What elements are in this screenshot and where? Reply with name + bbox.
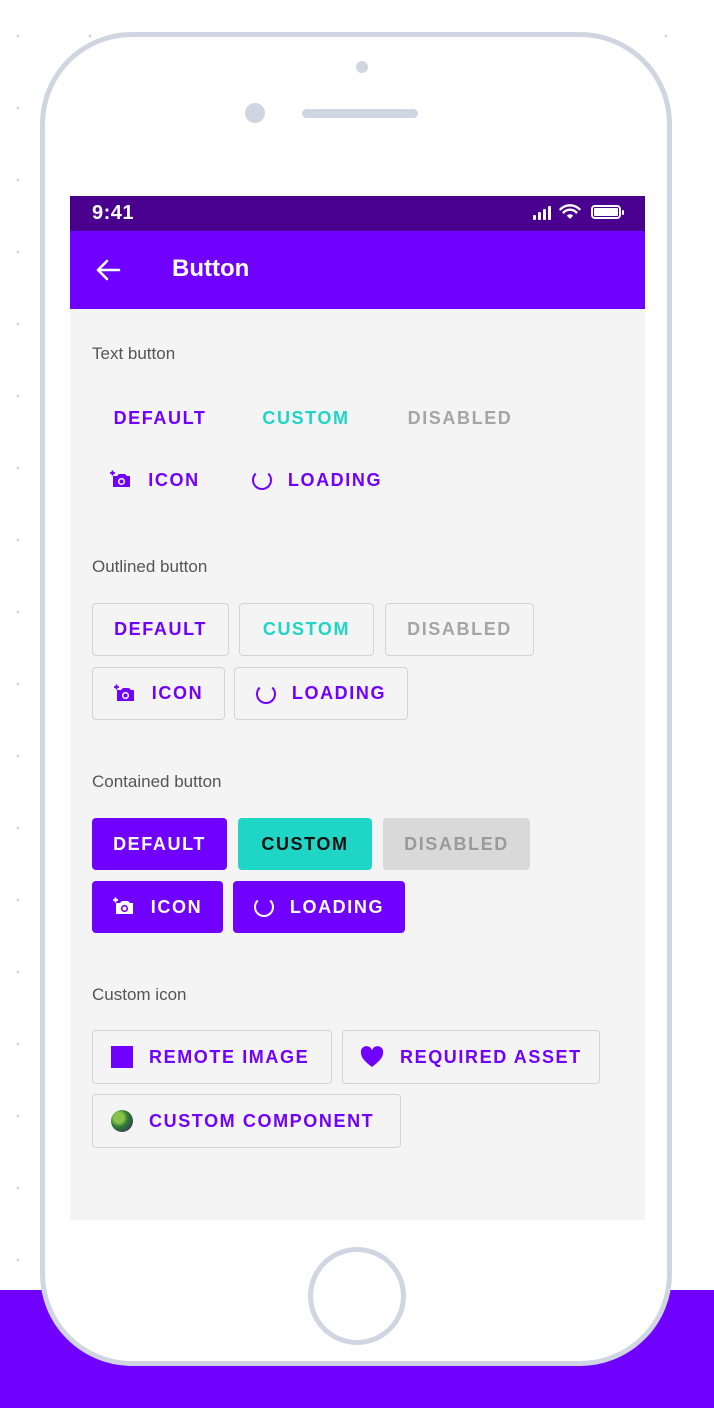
home-button[interactable] bbox=[308, 1247, 406, 1345]
button-label: LOADING bbox=[287, 469, 383, 490]
button-label: DISABLED bbox=[404, 833, 509, 854]
outlined-loading-button[interactable]: LOADING bbox=[234, 667, 408, 720]
square-icon bbox=[111, 1046, 133, 1068]
globe-icon bbox=[111, 1110, 133, 1132]
signal-icon bbox=[533, 204, 551, 220]
text-loading-button[interactable]: LOADING bbox=[236, 458, 398, 502]
section-title-text-button: Text button bbox=[92, 344, 176, 363]
text-disabled-button: DISABLED bbox=[386, 396, 534, 440]
contained-loading-button[interactable]: LOADING bbox=[233, 881, 405, 933]
button-label: CUSTOM bbox=[262, 619, 351, 639]
camera-dot bbox=[356, 61, 368, 73]
status-bar: 9:41 bbox=[70, 196, 645, 231]
contained-custom-button[interactable]: CUSTOM bbox=[238, 818, 372, 870]
text-icon-button[interactable]: ICON bbox=[92, 458, 218, 502]
status-time: 9:41 bbox=[92, 202, 135, 224]
custom-component-button[interactable]: CUSTOM COMPONENT bbox=[92, 1094, 401, 1148]
outlined-disabled-button: DISABLED bbox=[385, 603, 534, 656]
button-label: DISABLED bbox=[407, 619, 512, 639]
wifi-icon bbox=[559, 204, 581, 219]
camera-icon bbox=[110, 470, 132, 490]
back-arrow-icon[interactable] bbox=[95, 258, 121, 282]
button-label: CUSTOM bbox=[261, 833, 349, 854]
speaker-grille bbox=[302, 109, 418, 118]
sensor-dot bbox=[245, 103, 265, 123]
camera-icon bbox=[112, 897, 135, 917]
outlined-custom-button[interactable]: CUSTOM bbox=[239, 603, 374, 656]
button-label: CUSTOM bbox=[262, 407, 350, 428]
contained-icon-button[interactable]: ICON bbox=[92, 881, 223, 933]
button-label: ICON bbox=[150, 896, 203, 917]
spinner-icon bbox=[255, 683, 276, 704]
heart-icon bbox=[360, 1046, 384, 1068]
contained-disabled-button: DISABLED bbox=[383, 818, 530, 870]
required-asset-button[interactable]: REQUIRED ASSET bbox=[342, 1030, 600, 1084]
app-bar: Button bbox=[70, 231, 645, 309]
button-label: DEFAULT bbox=[113, 407, 207, 428]
status-icons bbox=[533, 204, 624, 220]
outlined-default-button[interactable]: DEFAULT bbox=[92, 603, 229, 656]
section-title-outlined-button: Outlined button bbox=[92, 557, 208, 576]
app-screen: 9:41 Button Text button DEFAULT CUSTOM D… bbox=[70, 196, 645, 1220]
button-label: ICON bbox=[148, 469, 200, 490]
button-label: REMOTE IMAGE bbox=[149, 1046, 310, 1067]
spinner-icon bbox=[251, 470, 272, 490]
button-label: ICON bbox=[151, 683, 204, 703]
button-label: DEFAULT bbox=[114, 619, 207, 639]
button-label: REQUIRED ASSET bbox=[400, 1046, 582, 1067]
text-custom-button[interactable]: CUSTOM bbox=[238, 396, 374, 440]
section-title-custom-icon: Custom icon bbox=[92, 985, 187, 1004]
battery-icon bbox=[591, 205, 624, 219]
contained-default-button[interactable]: DEFAULT bbox=[92, 818, 227, 870]
outlined-icon-button[interactable]: ICON bbox=[92, 667, 225, 720]
button-label: CUSTOM COMPONENT bbox=[149, 1110, 375, 1131]
text-default-button[interactable]: DEFAULT bbox=[92, 396, 228, 440]
camera-icon bbox=[113, 684, 136, 704]
button-label: LOADING bbox=[291, 683, 387, 703]
button-label: DISABLED bbox=[407, 407, 513, 428]
button-label: LOADING bbox=[289, 896, 385, 917]
remote-image-button[interactable]: REMOTE IMAGE bbox=[92, 1030, 332, 1084]
section-title-contained-button: Contained button bbox=[92, 772, 222, 791]
page-title: Button bbox=[172, 255, 250, 282]
spinner-icon bbox=[253, 897, 274, 917]
button-label: DEFAULT bbox=[113, 833, 206, 854]
